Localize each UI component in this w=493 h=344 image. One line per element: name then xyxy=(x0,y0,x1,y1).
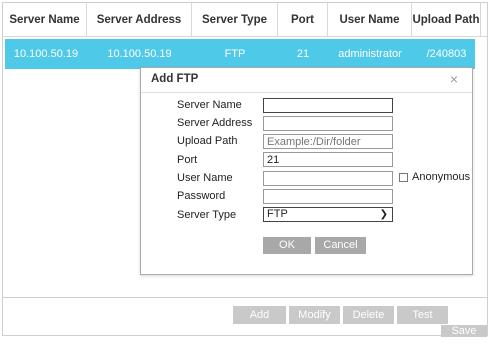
column-header-upload-path[interactable]: Upload Path xyxy=(412,3,481,37)
upload-path-input[interactable] xyxy=(263,134,393,149)
ftp-panel: Server Name Server Address Server Type P… xyxy=(2,2,488,337)
anonymous-label[interactable]: Anonymous xyxy=(412,171,470,183)
user-name-input[interactable] xyxy=(263,171,393,186)
column-header-server-address[interactable]: Server Address xyxy=(87,3,192,37)
column-header-port[interactable]: Port xyxy=(278,3,328,37)
column-header-server-type[interactable]: Server Type xyxy=(192,3,278,37)
add-button[interactable]: Add xyxy=(233,306,286,324)
password-input[interactable] xyxy=(263,189,393,204)
server-name-input[interactable] xyxy=(263,98,393,113)
port-input[interactable] xyxy=(263,152,393,167)
ftp-server-table: Server Name Server Address Server Type P… xyxy=(3,3,487,298)
cell-port: 21 xyxy=(296,48,310,60)
table-header: Server Name Server Address Server Type P… xyxy=(3,3,487,37)
cell-server-address: 10.100.50.19 xyxy=(107,48,172,60)
cell-user-name: administrator xyxy=(338,48,402,60)
delete-button[interactable]: Delete xyxy=(343,306,394,324)
cancel-button[interactable]: Cancel xyxy=(315,237,366,254)
test-button[interactable]: Test xyxy=(397,306,448,324)
close-icon[interactable]: × xyxy=(450,71,458,87)
password-label: Password xyxy=(177,190,226,202)
server-type-select[interactable]: FTP ❯ xyxy=(263,207,393,222)
column-header-server-name[interactable]: Server Name xyxy=(3,3,87,37)
dialog-title: Add FTP xyxy=(151,73,199,85)
port-label: Port xyxy=(177,154,198,166)
server-type-value: FTP xyxy=(267,208,288,220)
server-address-input[interactable] xyxy=(263,116,393,131)
add-ftp-dialog: Add FTP × Server Name Server Address Upl… xyxy=(140,67,473,275)
save-button[interactable]: Save xyxy=(441,325,487,337)
upload-path-label: Upload Path xyxy=(177,135,238,147)
ok-button[interactable]: OK xyxy=(263,237,311,254)
column-header-user-name[interactable]: User Name xyxy=(328,3,412,37)
user-name-label: User Name xyxy=(177,172,233,184)
modify-button[interactable]: Modify xyxy=(289,306,340,324)
cell-server-type: FTP xyxy=(224,48,246,60)
dialog-header: Add FTP × xyxy=(141,68,472,93)
cell-server-name: 10.100.50.19 xyxy=(13,48,79,60)
server-address-label: Server Address xyxy=(177,117,253,129)
chevron-down-icon: ❯ xyxy=(379,209,388,220)
cell-upload-path: /240803 xyxy=(426,48,467,60)
table-row[interactable]: 10.100.50.19 10.100.50.19 FTP 21 adminis… xyxy=(5,39,475,69)
server-name-label: Server Name xyxy=(177,99,242,111)
anonymous-checkbox[interactable] xyxy=(399,173,408,182)
server-type-label: Server Type xyxy=(177,209,237,221)
